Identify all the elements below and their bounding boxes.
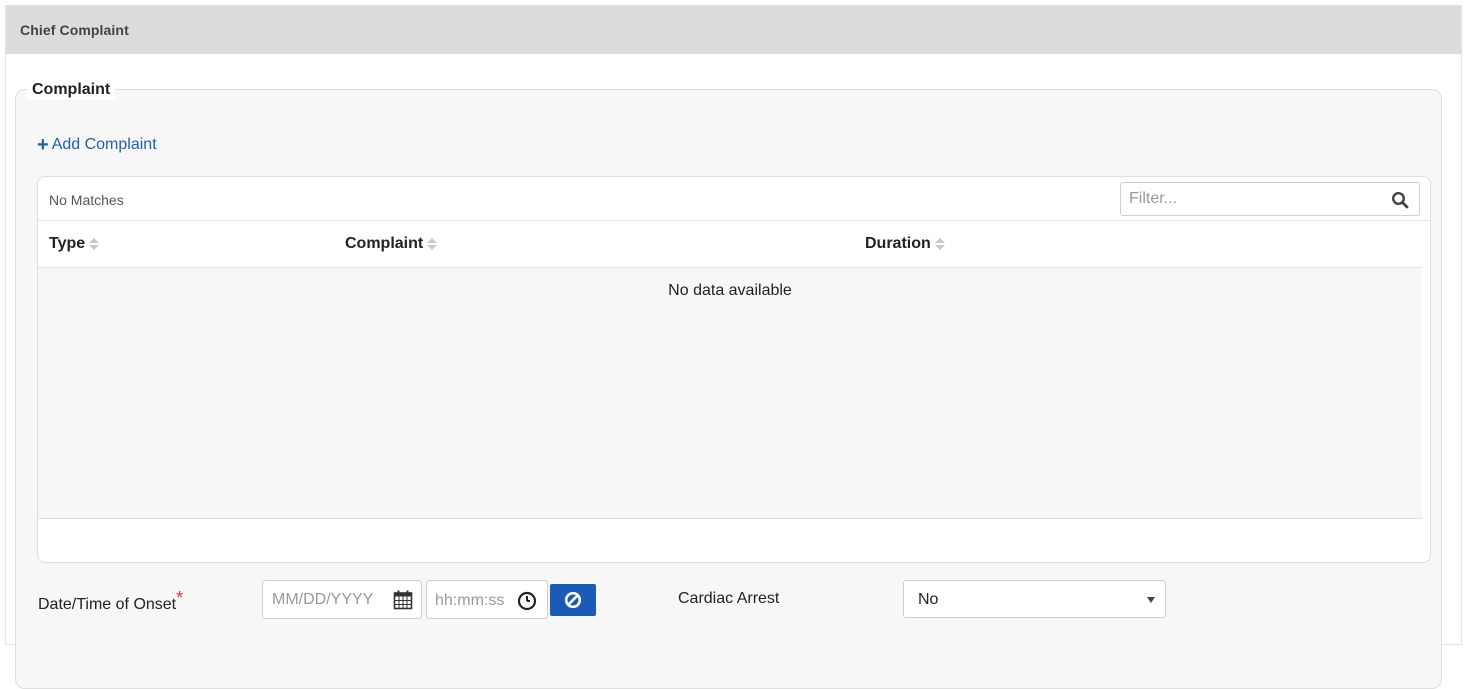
clear-onset-button[interactable] bbox=[550, 584, 596, 616]
add-complaint-label: Add Complaint bbox=[51, 136, 157, 153]
time-placeholder: hh:mm:ss bbox=[435, 592, 505, 609]
filter-box[interactable] bbox=[1120, 182, 1420, 216]
search-icon[interactable] bbox=[1391, 191, 1409, 209]
caret-down-icon bbox=[1147, 597, 1155, 603]
sort-icon bbox=[89, 236, 100, 252]
onset-time-input[interactable]: hh:mm:ss bbox=[426, 580, 548, 619]
complaint-legend: Complaint bbox=[27, 80, 116, 100]
column-header-label: Duration bbox=[865, 235, 931, 252]
clock-icon[interactable] bbox=[517, 591, 537, 611]
column-header-label: Type bbox=[49, 235, 86, 252]
add-complaint-link[interactable]: + Add Complaint bbox=[37, 134, 157, 156]
filter-input[interactable] bbox=[1121, 190, 1381, 208]
calendar-icon[interactable] bbox=[393, 590, 413, 610]
panel-title: Chief Complaint bbox=[20, 22, 129, 38]
date-placeholder: MM/DD/YYYY bbox=[272, 590, 374, 608]
onset-label: Date/Time of Onset* bbox=[38, 588, 183, 614]
plus-icon: + bbox=[37, 134, 49, 156]
grid-body: No data available bbox=[38, 268, 1422, 519]
sort-icon bbox=[427, 236, 438, 252]
column-header-duration[interactable]: Duration bbox=[865, 235, 945, 253]
empty-message: No data available bbox=[668, 282, 792, 299]
panel-header: Chief Complaint bbox=[6, 6, 1461, 54]
grid-toolbar: No Matches bbox=[38, 177, 1430, 221]
cardiac-arrest-select[interactable]: No bbox=[903, 580, 1166, 618]
onset-label-text: Date/Time of Onset bbox=[38, 596, 177, 613]
cardiac-arrest-label: Cardiac Arrest bbox=[678, 590, 780, 607]
column-header-type[interactable]: Type bbox=[49, 235, 100, 253]
ban-icon bbox=[564, 591, 582, 609]
column-header-label: Complaint bbox=[345, 235, 424, 252]
onset-date-input[interactable]: MM/DD/YYYY bbox=[262, 580, 422, 619]
column-header-complaint[interactable]: Complaint bbox=[345, 235, 438, 253]
required-marker: * bbox=[176, 588, 184, 608]
complaint-grid: No Matches Type Complaint Duration No da… bbox=[37, 176, 1431, 563]
grid-header-row: Type Complaint Duration bbox=[38, 221, 1422, 268]
onset-row: Date/Time of Onset* MM/DD/YYYY hh:mm:ss bbox=[0, 580, 1472, 620]
cardiac-arrest-value: No bbox=[918, 591, 939, 608]
sort-icon bbox=[934, 236, 945, 252]
match-count: No Matches bbox=[49, 192, 124, 208]
